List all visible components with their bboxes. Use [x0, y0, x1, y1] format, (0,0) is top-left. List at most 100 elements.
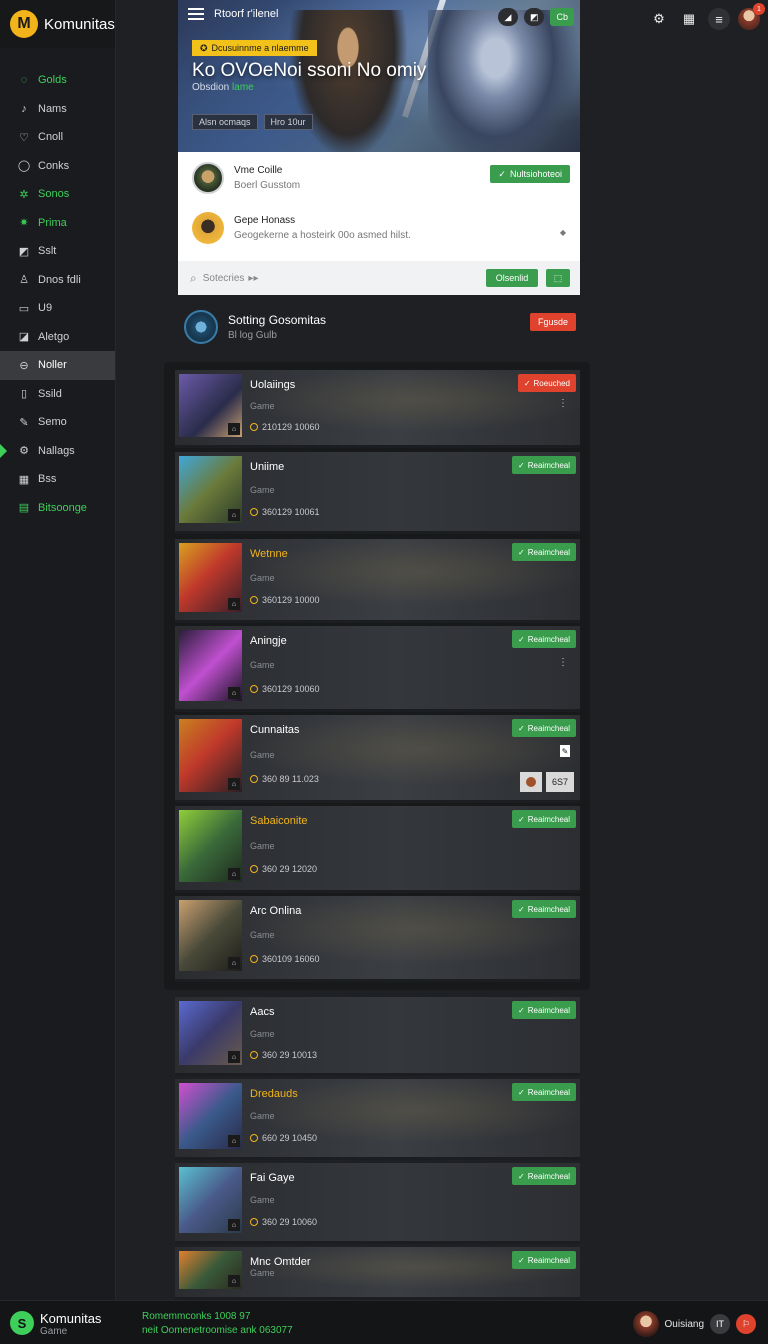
game-title[interactable]: Aacs [250, 1006, 274, 1018]
game-thumbnail[interactable]: ⌂ [179, 810, 242, 882]
heart-icon: ♡ [19, 131, 29, 144]
gamepad-icon[interactable]: ▦ [678, 8, 700, 30]
sidebar-item[interactable]: ✲ Sonos [0, 180, 115, 209]
footer-logo-icon[interactable]: S [10, 1311, 34, 1335]
settings-icon[interactable]: ⚙ [648, 8, 670, 30]
panel-search[interactable]: ⌕ Sotecries ▸▸ Olsenlid ⬚ [178, 261, 580, 295]
user-avatar[interactable]: 1 [738, 3, 765, 30]
game-thumbnail[interactable]: ⌂ [179, 900, 242, 971]
game-card[interactable]: ⌂ Mnc Omtder Game ✓ Reaimcheal [175, 1247, 580, 1300]
join-button[interactable]: ✓ Reaimcheal [512, 1001, 576, 1019]
sidebar-item[interactable]: ⚙ Nallags [0, 437, 115, 466]
sidebar-item[interactable]: ◌ Golds [0, 66, 115, 95]
join-button-label: Reaimcheal [527, 904, 570, 914]
hero-tag[interactable]: Alsn ocmaqs [192, 114, 258, 130]
join-button[interactable]: ✓ Reaimcheal [512, 719, 576, 737]
game-card[interactable]: ⌂ Fai Gaye Game 360 29 10060 ✓ Reaimcheal [175, 1163, 580, 1244]
section-button[interactable]: Fgusde [529, 313, 576, 331]
notification-badge: 1 [753, 3, 765, 15]
hero-action-button[interactable]: Cb [550, 8, 574, 26]
sidebar-item[interactable]: ♡ Cnoll [0, 123, 115, 152]
join-button[interactable]: ✓ Reaimcheal [512, 456, 576, 474]
footer-user: Ouisiang IT ⚐ [632, 1311, 756, 1337]
search-input[interactable]: Sotecries [203, 273, 245, 284]
sidebar-item[interactable]: ▯ Ssild [0, 380, 115, 409]
hero-tag[interactable]: Hro 10ur [263, 114, 313, 130]
join-button[interactable]: ✓ Reaimcheal [512, 810, 576, 828]
sidebar-item[interactable]: ✎ Semo [0, 408, 115, 437]
game-title[interactable]: Sabaiconite [250, 815, 308, 827]
join-button[interactable]: ✓ Reaimcheal [512, 1251, 576, 1269]
brand[interactable]: M Komunitas [0, 0, 115, 48]
game-title[interactable]: Arc Onlina [250, 905, 301, 917]
game-thumbnail[interactable]: ⌂ [179, 374, 242, 437]
sidebar-item[interactable]: ◪ Aletgo [0, 323, 115, 352]
game-card[interactable]: ⌂ Aningje Game 360129 10060 ✓ Reaimcheal ⋮ [175, 626, 580, 712]
sidebar-item[interactable]: ♙ Dnos fdli [0, 266, 115, 295]
hamburger-icon[interactable] [188, 8, 204, 20]
join-button[interactable]: ✓ Reaimcheal [512, 1083, 576, 1101]
game-thumbnail[interactable]: ⌂ [179, 719, 242, 792]
more-options-icon[interactable]: ⋮ [558, 398, 568, 409]
platform-icon: ⌂ [228, 1135, 240, 1147]
avatar[interactable] [519, 772, 542, 792]
sidebar-item[interactable]: ⊖ Noller [0, 351, 115, 380]
game-title[interactable]: Dredauds [250, 1088, 298, 1100]
game-title[interactable]: Cunnaitas [250, 724, 300, 736]
game-card[interactable]: ⌂ Cunnaitas Game 360 89 11.023 ✓ Reaimcheal ✎ 6… [175, 715, 580, 803]
search-submit-button[interactable]: Olsenlid [486, 269, 538, 287]
more-options-icon[interactable]: ⋮ [558, 657, 568, 668]
game-title[interactable]: Fai Gaye [250, 1172, 295, 1184]
game-card[interactable]: ⌂ Wetnne Game 360129 10000 ✓ Reaimcheal [175, 539, 580, 623]
share-button[interactable]: ⬚ [546, 269, 570, 287]
game-card[interactable]: ⌂ Arc Onlina Game 360109 16060 ✓ Reaimcheal [175, 896, 580, 982]
hero-share-icon[interactable]: ◢ [497, 8, 518, 26]
join-button[interactable]: ✓ Roeuched [517, 374, 576, 392]
game-card[interactable]: ⌂ Uniime Game 360129 10061 ✓ Reaimcheal [175, 452, 580, 534]
game-stats: 360 29 12020 [250, 864, 317, 874]
notification-icon[interactable]: ⚐ [736, 1314, 756, 1334]
panel-user-name: Gepe Honass [234, 215, 296, 226]
game-title[interactable]: Wetnne [250, 548, 288, 560]
section-subtitle: Bl log Gulb [228, 330, 277, 341]
menu-icon[interactable]: ≡ [708, 8, 730, 30]
sidebar-item[interactable]: ◯ Conks [0, 152, 115, 181]
sidebar-item[interactable]: ▦ Bss [0, 465, 115, 494]
follow-button[interactable]: ✓ Nultsiohoteoi [490, 165, 570, 183]
join-button[interactable]: ✓ Reaimcheal [512, 543, 576, 561]
sidebar-item[interactable]: ▭ U9 [0, 294, 115, 323]
game-title[interactable]: Uolaiings [250, 379, 295, 391]
game-title[interactable]: Mnc Omtder [250, 1256, 311, 1268]
game-thumbnail[interactable]: ⌂ [179, 630, 242, 701]
game-thumbnail[interactable]: ⌂ [179, 1001, 242, 1065]
panel-user-row[interactable]: Vme Coille Boerl Gusstom [192, 162, 300, 194]
game-card[interactable]: ⌂ Sabaiconite Game 360 29 12020 ✓ Reaimcheal [175, 806, 580, 893]
panel-user-row[interactable]: Gepe Honass Geogekerne a hosteirk 00o as… [192, 212, 411, 244]
sidebar-item[interactable]: ✷ Prima [0, 209, 115, 238]
game-title[interactable]: Aningje [250, 635, 287, 647]
sidebar-item-label: Semo [38, 416, 67, 429]
join-button[interactable]: ✓ Reaimcheal [512, 630, 576, 648]
sidebar-item[interactable]: ♪ Nams [0, 95, 115, 124]
avatar[interactable] [632, 1311, 659, 1337]
game-title[interactable]: Uniime [250, 461, 284, 473]
circle-icon: ◌ [20, 74, 28, 87]
game-thumbnail[interactable]: ⌂ [179, 543, 242, 612]
game-card[interactable]: ⌂ Dredauds Game 660 29 10450 ✓ Reaimcheal [175, 1079, 580, 1160]
edit-icon[interactable]: ✎ [560, 745, 570, 757]
game-card[interactable]: ⌂ Uolaiings Game 210129 10060 ✓ Roeuched ⋮ [175, 370, 580, 448]
footer-badge[interactable]: IT [710, 1314, 730, 1334]
hero-flag-icon[interactable]: ◩ [523, 8, 545, 26]
game-card[interactable]: ⌂ Aacs Game 360 29 10013 ✓ Reaimcheal [175, 997, 580, 1076]
sidebar-item[interactable]: ▤ Bitsoonge [0, 494, 115, 523]
game-thumbnail[interactable]: ⌂ [179, 1251, 242, 1289]
game-thumbnail[interactable]: ⌂ [179, 1167, 242, 1233]
more-icon[interactable]: ◆ [560, 228, 566, 237]
sidebar-item[interactable]: ◩ Sslt [0, 237, 115, 266]
game-thumbnail[interactable]: ⌂ [179, 1083, 242, 1149]
join-button[interactable]: ✓ Reaimcheal [512, 900, 576, 918]
join-button[interactable]: ✓ Reaimcheal [512, 1167, 576, 1185]
avatar [192, 212, 224, 244]
game-thumbnail[interactable]: ⌂ [179, 456, 242, 523]
platform-icon: ⌂ [228, 1219, 240, 1231]
